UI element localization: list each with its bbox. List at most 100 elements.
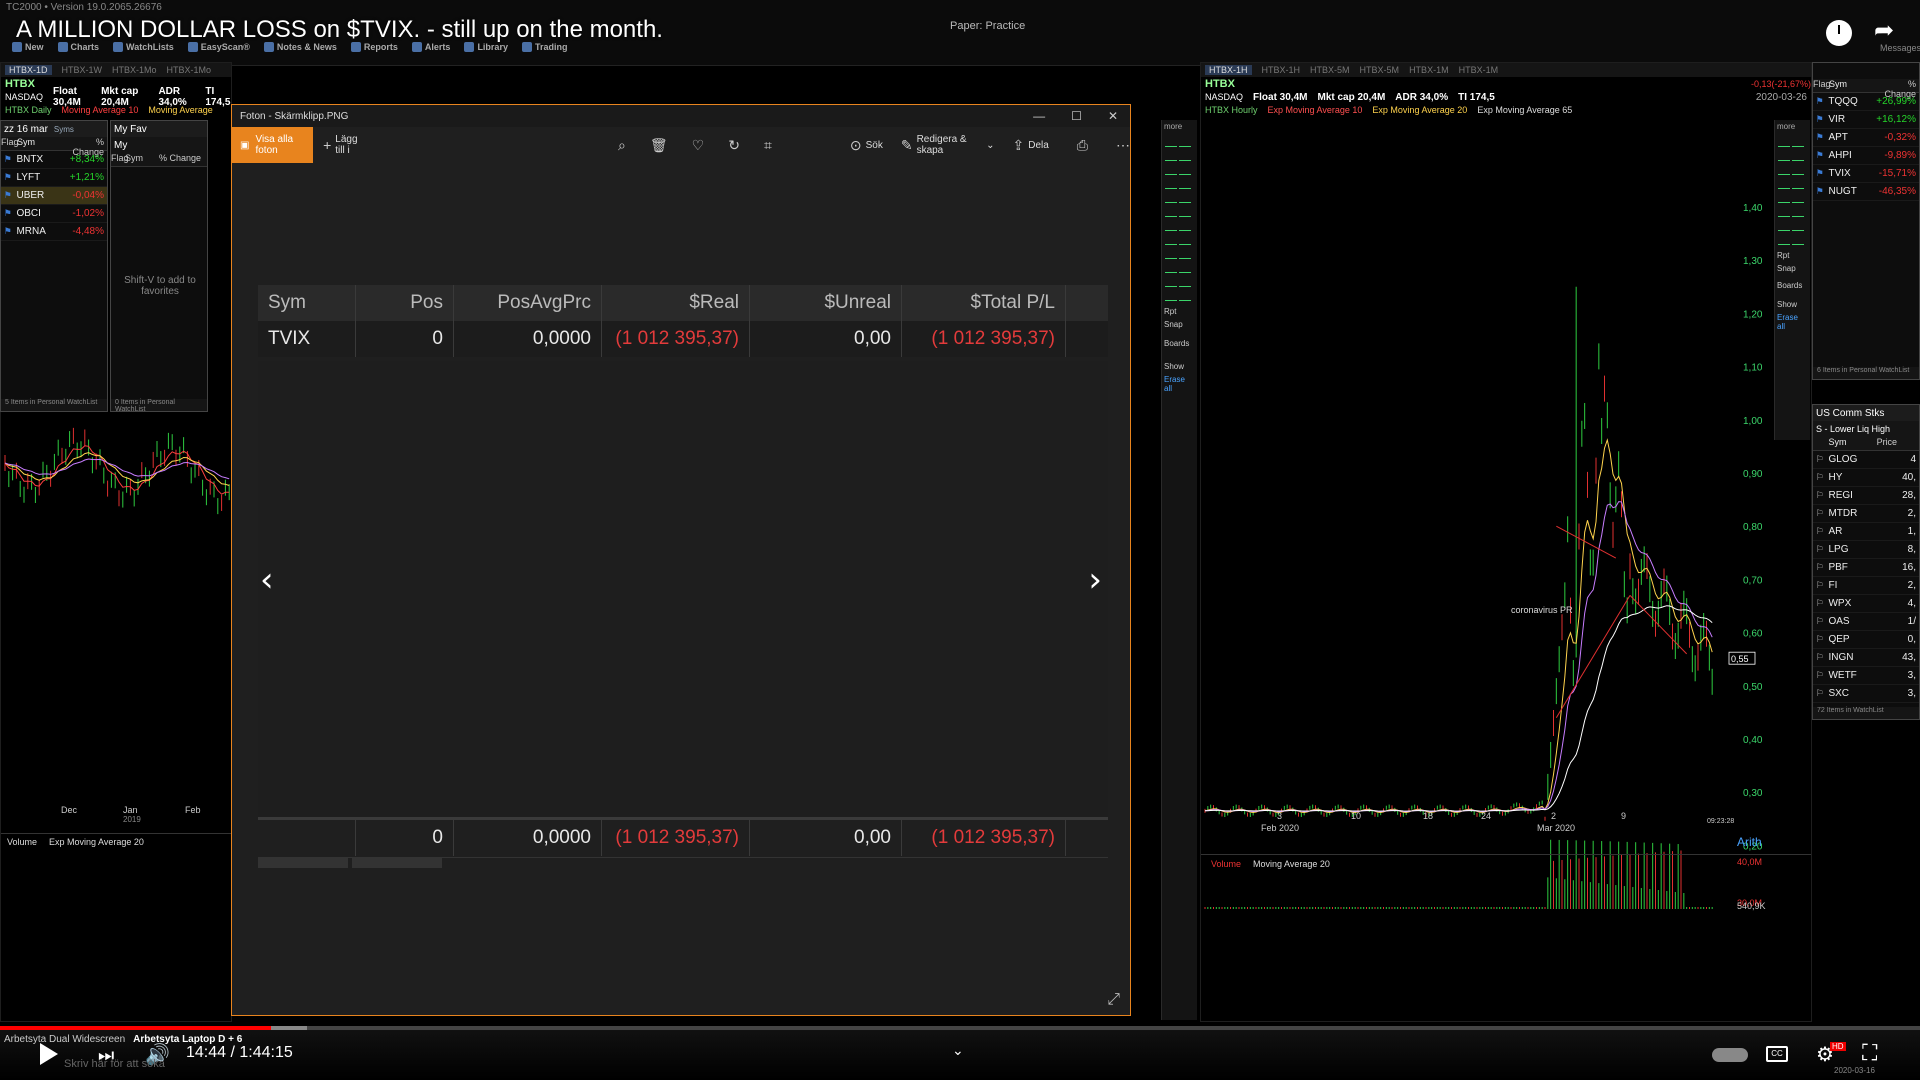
- right-wl-top-row[interactable]: ⚑ APT -0,32%: [1813, 129, 1919, 147]
- flag-icon[interactable]: ⚑: [1813, 186, 1826, 197]
- right-price-chart[interactable]: 1,40 1,30 1,20 1,10 1,00 0,90 0,80 0,70 0,60 0,50…: [1201, 119, 1812, 919]
- zoom-icon[interactable]: ⌕: [618, 137, 626, 154]
- captions-button[interactable]: CC: [1766, 1046, 1788, 1062]
- tools-more[interactable]: more: [1162, 120, 1197, 133]
- search-button[interactable]: ⊙ Sök: [850, 137, 883, 154]
- watchlist-a-syms[interactable]: Syms: [54, 125, 74, 134]
- flag-icon[interactable]: ⚑: [1, 190, 14, 201]
- flag-icon[interactable]: ⚐: [1813, 580, 1826, 591]
- rotate-icon[interactable]: ↻: [728, 137, 740, 154]
- toolbar-reports[interactable]: Reports: [350, 40, 398, 54]
- col-flag[interactable]: Flag: [111, 153, 129, 166]
- left-study-daily[interactable]: HTBX Daily: [5, 105, 52, 117]
- flag-icon[interactable]: ⚐: [1813, 598, 1826, 609]
- flag-icon[interactable]: ⚑: [1813, 168, 1826, 179]
- play-button[interactable]: [40, 1043, 58, 1065]
- right-wl-bottom-row[interactable]: ⚐ PBF 16,: [1813, 559, 1919, 577]
- positions-tab[interactable]: [258, 858, 348, 868]
- col-flag[interactable]: Flag: [1813, 79, 1831, 92]
- left-ema20-label[interactable]: Exp Moving Average 20: [49, 837, 144, 847]
- right-wl-bottom-row[interactable]: ⚐ MTDR 2,: [1813, 505, 1919, 523]
- toolbar-library[interactable]: Library: [464, 40, 508, 54]
- previous-arrow-icon[interactable]: ‹: [260, 560, 274, 600]
- col-sym[interactable]: Sym: [1826, 437, 1876, 450]
- autoplay-toggle[interactable]: [1712, 1048, 1748, 1062]
- tools-erase-all[interactable]: Erase all: [1162, 373, 1197, 395]
- tools-show[interactable]: Show: [1162, 360, 1197, 373]
- col-sym[interactable]: Sym: [125, 153, 159, 166]
- next-arrow-icon[interactable]: ›: [1088, 560, 1102, 600]
- add-to-button[interactable]: + Lägg till i: [323, 134, 368, 156]
- trash-icon[interactable]: 🗑: [650, 137, 668, 154]
- tab-htbx-1mo[interactable]: HTBX-1Mo: [112, 65, 157, 75]
- share-button[interactable]: ⇪ Dela: [1012, 137, 1048, 154]
- right-wl-bottom-subtitle[interactable]: S - Lower Liq High: [1816, 424, 1890, 434]
- right-wl-top-row[interactable]: ⚑ NUGT -46,35%: [1813, 183, 1919, 201]
- right-wl-bottom-row[interactable]: ⚐ GLOG 4: [1813, 451, 1919, 469]
- flag-icon[interactable]: ⚑: [1, 154, 14, 165]
- watchlist-a-row[interactable]: ⚑ BNTX +8,34%: [1, 151, 107, 169]
- right-wl-bottom-row[interactable]: ⚐ WPX 4,: [1813, 595, 1919, 613]
- right-volume-label[interactable]: Volume: [1211, 859, 1241, 869]
- messages-label[interactable]: Messages: [1880, 43, 1920, 53]
- orders-tab[interactable]: [352, 858, 442, 868]
- watchlist-a-title[interactable]: zz 16 mar: [4, 124, 48, 135]
- right-wl-bottom-row[interactable]: ⚐ QEP 0,: [1813, 631, 1919, 649]
- watchlist-a-row-selected[interactable]: ⚑ UBER -0,04%: [1, 187, 107, 205]
- share-icon[interactable]: ➦: [1874, 16, 1902, 44]
- tab-htbx-1d[interactable]: HTBX-1D: [5, 65, 52, 75]
- flag-icon[interactable]: ⚑: [1813, 132, 1826, 143]
- right-wl-bottom-row[interactable]: ⚐ LPG 8,: [1813, 541, 1919, 559]
- flag-icon[interactable]: ⚐: [1813, 544, 1826, 555]
- clock-icon[interactable]: [1826, 20, 1852, 46]
- paper-mode-selector[interactable]: Paper: Practice: [950, 20, 1025, 32]
- more-icon[interactable]: ⋯: [1116, 137, 1130, 154]
- toolbar-easyscan[interactable]: EasyScan®: [187, 40, 250, 54]
- col-sym[interactable]: Sym: [1827, 79, 1877, 92]
- watchlist-a-row[interactable]: ⚑ LYFT +1,21%: [1, 169, 107, 187]
- toolbar-trading[interactable]: Trading: [521, 40, 567, 54]
- flag-icon[interactable]: ⚐: [1813, 508, 1826, 519]
- tab-htbx-1mo-2[interactable]: HTBX-1Mo: [167, 65, 212, 75]
- right-wl-bottom-row[interactable]: ⚐ FI 2,: [1813, 577, 1919, 595]
- right-wl-bottom-row[interactable]: ⚐ SXC 3,: [1813, 685, 1919, 703]
- flag-icon[interactable]: ⚐: [1813, 472, 1826, 483]
- flag-icon[interactable]: ⚑: [1, 208, 14, 219]
- flag-icon[interactable]: ⚐: [1813, 454, 1826, 465]
- right-wl-top-row[interactable]: ⚑ AHPI -9,89%: [1813, 147, 1919, 165]
- right-tools-rpt[interactable]: Rpt: [1775, 249, 1810, 262]
- tab-htbx-1m[interactable]: HTBX-1M: [1409, 65, 1449, 75]
- tab-htbx-5m[interactable]: HTBX-5M: [1310, 65, 1350, 75]
- tab-htbx-1h-2[interactable]: HTBX-1H: [1262, 65, 1301, 75]
- tools-snap[interactable]: Snap: [1162, 318, 1197, 331]
- all-photos-button[interactable]: ▣ Visa alla foton: [232, 127, 314, 163]
- col-sym[interactable]: Sym: [15, 137, 65, 150]
- flag-icon[interactable]: ⚐: [1813, 670, 1826, 681]
- scale-selector[interactable]: Arith: [1737, 835, 1762, 849]
- right-symbol[interactable]: HTBX: [1205, 78, 1235, 90]
- crop-icon[interactable]: ⌗: [764, 137, 772, 154]
- right-wl-bottom-row[interactable]: ⚐ WETF 3,: [1813, 667, 1919, 685]
- right-study-hourly[interactable]: HTBX Hourly: [1205, 105, 1258, 117]
- right-wl-top-row[interactable]: ⚑ TQQQ +26,99%: [1813, 93, 1919, 111]
- toolbar-watchlists[interactable]: WatchLists: [113, 40, 174, 54]
- right-ma20-label[interactable]: Moving Average 20: [1253, 859, 1330, 869]
- flag-icon[interactable]: ⚑: [1813, 96, 1826, 107]
- right-drawing-tool-grid[interactable]: [1775, 133, 1810, 249]
- right-tools-snap[interactable]: Snap: [1775, 262, 1810, 275]
- trendline-upper[interactable]: [1556, 525, 1617, 559]
- left-price-chart[interactable]: [1, 403, 232, 873]
- flag-icon[interactable]: ⚑: [1, 226, 14, 237]
- flag-icon[interactable]: ⚐: [1813, 562, 1826, 573]
- tab-htbx-1h[interactable]: HTBX-1H: [1205, 65, 1252, 75]
- toolbar-alerts[interactable]: Alerts: [411, 40, 450, 54]
- chart-annotation[interactable]: coronavirus PR: [1511, 605, 1573, 615]
- col-flag[interactable]: Flag: [1, 137, 19, 150]
- flag-icon[interactable]: ⚐: [1813, 634, 1826, 645]
- right-wl-bottom-row[interactable]: ⚐ REGI 28,: [1813, 487, 1919, 505]
- chevron-down-icon[interactable]: ⌄: [952, 1042, 964, 1059]
- col-price[interactable]: Price: [1877, 437, 1919, 450]
- flag-icon[interactable]: ⚑: [1813, 150, 1826, 161]
- maximize-icon[interactable]: ☐: [1071, 109, 1082, 123]
- print-icon[interactable]: ⎙: [1077, 137, 1088, 154]
